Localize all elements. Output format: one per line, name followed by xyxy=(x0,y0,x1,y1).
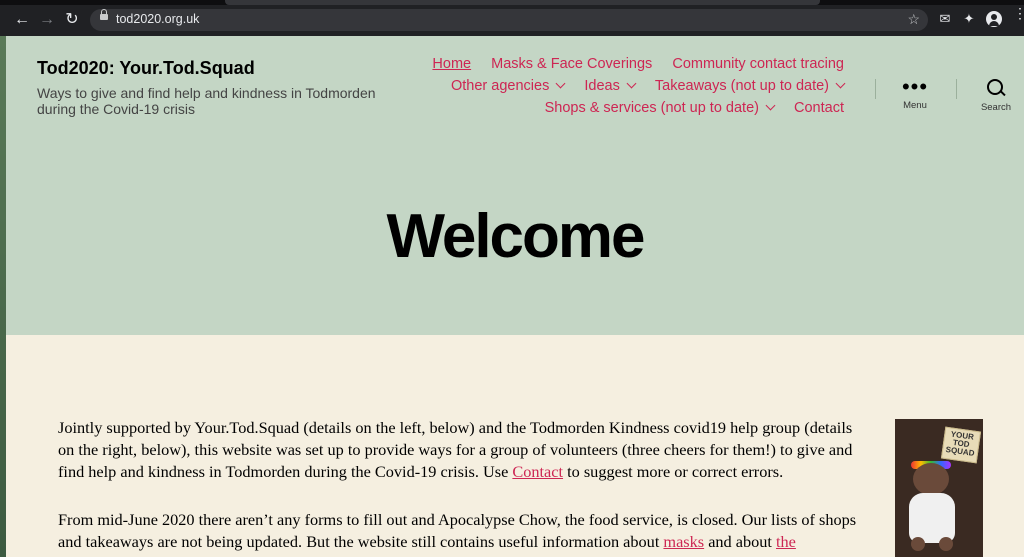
search-button[interactable]: Search xyxy=(966,78,1024,113)
site-title[interactable]: Tod2020: Your.Tod.Squad xyxy=(37,58,255,79)
bear-body xyxy=(909,493,955,543)
chevron-down-icon[interactable] xyxy=(626,78,637,89)
nav-row-1: Home Masks & Face Coverings Community co… xyxy=(324,56,844,78)
chevron-down-icon[interactable] xyxy=(835,78,846,89)
nav-contact-tracing[interactable]: Community contact tracing xyxy=(672,56,844,72)
nav-takeaways-label: Takeaways (not up to date) xyxy=(654,78,829,94)
status-text-mid: and about xyxy=(704,532,777,551)
masks-link[interactable]: masks xyxy=(663,532,704,551)
menu-button[interactable]: ••• Menu xyxy=(885,74,945,112)
page-title: Welcome xyxy=(386,202,645,271)
intro-text-end: to suggest more or correct errors. xyxy=(563,462,784,481)
teddy-bear-photo: YOUR TOD SQUAD xyxy=(895,419,983,557)
address-bar[interactable]: tod2020.org.uk ☆ xyxy=(90,9,928,31)
nav-row-2: Other agencies Ideas Takeaways (not up t… xyxy=(324,78,846,100)
nav-shops-services-label: Shops & services (not up to date) xyxy=(544,100,759,116)
extensions-puzzle-icon[interactable]: ✦ xyxy=(961,11,977,27)
intro-paragraph: Jointly supported by Your.Tod.Squad (det… xyxy=(58,417,868,483)
nav-shops-services[interactable]: Shops & services (not up to date) xyxy=(544,100,776,116)
nav-masks[interactable]: Masks & Face Coverings xyxy=(491,56,652,72)
nav-contact[interactable]: Contact xyxy=(794,100,844,116)
contact-link[interactable]: Contact xyxy=(512,462,563,481)
the-link[interactable]: the xyxy=(776,532,796,551)
browser-toolbar: ← → ↻ tod2020.org.uk ☆ ✉ ✦ ⋮ xyxy=(0,0,1024,36)
back-arrow-icon[interactable]: ← xyxy=(12,10,32,30)
nav-other-agencies-label: Other agencies xyxy=(451,78,550,94)
more-dots-icon: ••• xyxy=(901,74,929,99)
page-content: Jointly supported by Your.Tod.Squad (det… xyxy=(6,335,1024,557)
divider xyxy=(956,79,957,99)
status-paragraph: From mid-June 2020 there aren’t any form… xyxy=(58,509,868,553)
forward-arrow-icon[interactable]: → xyxy=(37,10,57,30)
browser-menu-icon[interactable]: ⋮ xyxy=(1013,6,1024,20)
url-text[interactable]: tod2020.org.uk xyxy=(116,12,199,26)
search-label: Search xyxy=(980,102,1012,113)
primary-nav: Home Masks & Face Coverings Community co… xyxy=(324,56,846,122)
search-icon xyxy=(986,78,1006,98)
nav-home[interactable]: Home xyxy=(432,56,471,72)
menu-label: Menu xyxy=(903,100,927,111)
tab-strip xyxy=(0,0,1024,5)
nav-row-3: Shops & services (not up to date) Contac… xyxy=(324,100,844,122)
bear-leg xyxy=(911,537,925,551)
nav-ideas[interactable]: Ideas xyxy=(584,78,637,94)
your-tod-squad-sign: YOUR TOD SQUAD xyxy=(940,426,982,464)
nav-ideas-label: Ideas xyxy=(584,78,620,94)
chevron-down-icon[interactable] xyxy=(555,78,566,89)
chevron-down-icon[interactable] xyxy=(765,100,776,111)
bookmark-star-icon[interactable]: ☆ xyxy=(907,11,920,28)
nav-takeaways[interactable]: Takeaways (not up to date) xyxy=(654,78,846,94)
lock-icon[interactable] xyxy=(100,9,108,20)
profile-avatar-icon[interactable] xyxy=(986,11,1002,27)
bear-head xyxy=(913,463,949,495)
bear-leg xyxy=(939,537,953,551)
divider xyxy=(875,79,876,99)
active-tab[interactable] xyxy=(225,0,820,5)
reload-icon[interactable]: ↻ xyxy=(62,10,82,30)
nav-other-agencies[interactable]: Other agencies xyxy=(451,78,566,94)
site-header: Tod2020: Your.Tod.Squad Ways to give and… xyxy=(6,36,1024,335)
extension-mail-icon[interactable]: ✉ xyxy=(937,11,953,27)
